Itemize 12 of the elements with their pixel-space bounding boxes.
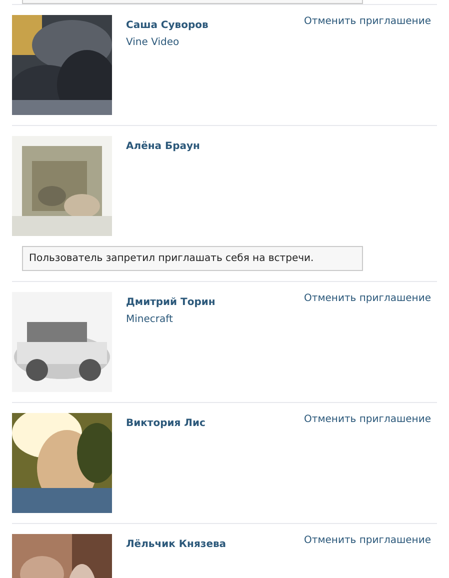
cancel-invitation-link[interactable]: Отменить приглашение <box>304 413 437 425</box>
app-link[interactable]: Minecraft <box>126 314 173 325</box>
user-name-link[interactable]: Дмитрий Торин <box>126 297 216 308</box>
user-name-link[interactable]: Алёна Браун <box>126 141 200 152</box>
user-name-link[interactable]: Лёльчик Князева <box>126 539 226 550</box>
cancel-invitation-link[interactable]: Отменить приглашение <box>304 534 437 546</box>
cancel-invitation-link[interactable]: Отменить приглашение <box>304 292 437 304</box>
user-name-link[interactable]: Виктория Лис <box>126 418 206 429</box>
app-link[interactable]: Vine Video <box>126 37 180 48</box>
user-name-link[interactable]: Саша Суворов <box>126 20 208 31</box>
notice-box: Пользователь запретил приглашать себя на встречи. <box>22 246 363 271</box>
cancel-invitation-link[interactable]: Отменить приглашение <box>304 15 437 27</box>
